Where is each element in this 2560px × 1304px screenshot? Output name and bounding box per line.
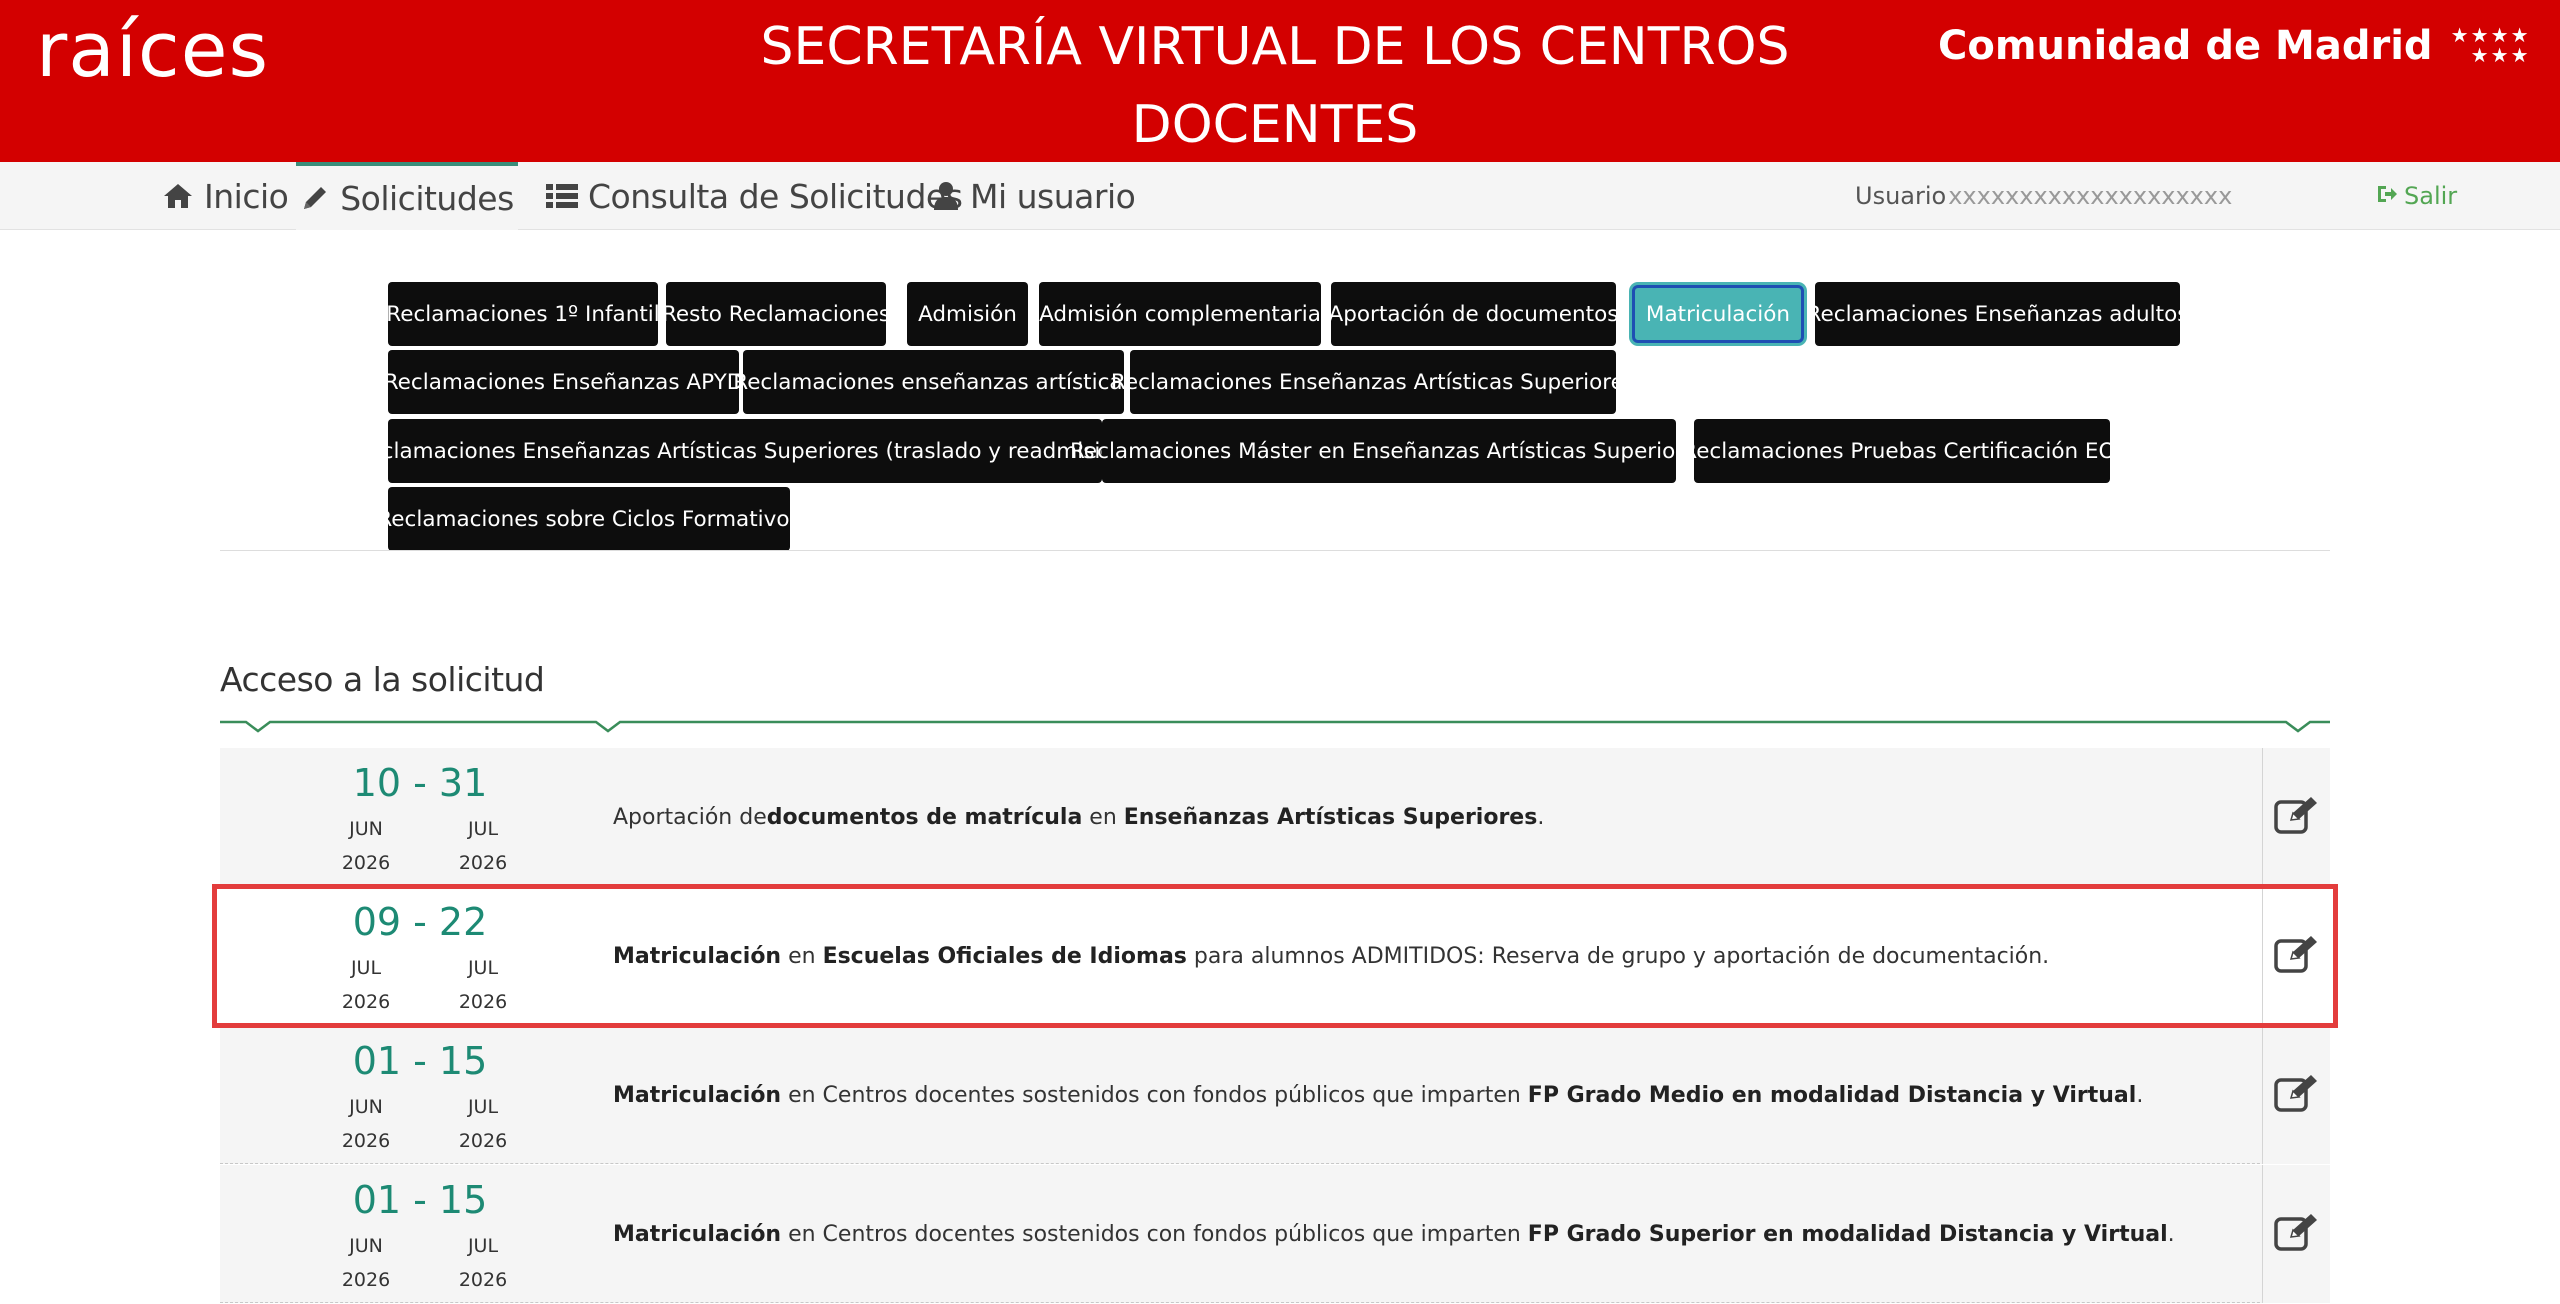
- tab-admision-complementaria[interactable]: Admisión complementaria: [1039, 282, 1321, 346]
- date-range-days: 01 - 15: [352, 1178, 488, 1222]
- end-year: 2026: [458, 991, 508, 1013]
- application-row: 01 - 15 JUN JUL 2026 2026 Matriculación …: [220, 1026, 2330, 1164]
- nav-solicitudes[interactable]: Solicitudes: [296, 162, 518, 230]
- main-nav: Inicio Solicitudes Consulta de Solicitud…: [0, 162, 2560, 230]
- logo-text: raíces: [36, 5, 270, 94]
- application-row: 01 - 15 JUN JUL 2026 2026 Matriculación …: [220, 1165, 2330, 1303]
- date-range: 09 - 22 JUL JUL 2026 2026: [310, 895, 530, 1019]
- open-application-button[interactable]: [2262, 748, 2330, 886]
- tab-reclamaciones-adultos[interactable]: Reclamaciones Enseñanzas adultos: [1807, 282, 2188, 346]
- application-description: Matriculación en Centros docentes sosten…: [613, 1221, 2175, 1247]
- application-row: 10 - 31 JUN JUL 2026 2026 Aportación de …: [220, 748, 2330, 886]
- start-year: 2026: [341, 1130, 391, 1152]
- tab-reclamaciones-ciclos[interactable]: Reclamaciones sobre Ciclos Formativos: [377, 487, 801, 551]
- nav-solicitudes-label: Solicitudes: [340, 178, 514, 218]
- nav-inicio-label: Inicio: [204, 176, 289, 216]
- nav-consulta-solicitudes[interactable]: Consulta de Solicitudes: [546, 162, 963, 230]
- home-icon: [162, 182, 194, 210]
- list-icon: [546, 182, 578, 210]
- date-range-days: 09 - 22: [352, 900, 488, 944]
- date-range: 10 - 31 JUN JUL 2026 2026: [310, 756, 530, 880]
- tabs-divider: [220, 550, 2330, 551]
- tab-aportacion-documentos[interactable]: Aportación de documentos: [1329, 282, 1618, 346]
- tab-resto-reclamaciones[interactable]: Resto Reclamaciones: [662, 282, 890, 346]
- tab-reclamaciones-infantil[interactable]: Reclamaciones 1º Infantil: [386, 282, 660, 346]
- end-year: 2026: [458, 1130, 508, 1152]
- end-month: JUL: [467, 1235, 499, 1257]
- raices-logo[interactable]: raíces: [36, 10, 272, 90]
- application-row: 09 - 22 JUL JUL 2026 2026 Matriculación …: [220, 887, 2330, 1025]
- start-year: 2026: [341, 852, 391, 874]
- tab-matriculacion[interactable]: Matriculación: [1632, 285, 1804, 343]
- start-month: JUN: [349, 818, 383, 840]
- site-header: raíces SECRETARÍA VIRTUAL DE LOS CENTROS…: [0, 0, 2560, 162]
- application-description: Matriculación en Escuelas Oficiales de I…: [613, 943, 2050, 969]
- nav-inicio[interactable]: Inicio: [162, 162, 289, 230]
- date-range-days: 10 - 31: [352, 761, 488, 805]
- end-month: JUL: [467, 957, 499, 979]
- user-value: xxxxxxxxxxxxxxxxxxxx: [1948, 182, 2233, 210]
- start-month: JUL: [350, 957, 382, 979]
- page-title: SECRETARÍA VIRTUAL DE LOS CENTROS DOCENT…: [760, 17, 1790, 155]
- tab-reclamaciones-artisticas-superiores[interactable]: Reclamaciones Enseñanzas Artísticas Supe…: [1111, 350, 1635, 414]
- section-divider: [220, 720, 2330, 733]
- edit-icon: [2273, 1072, 2321, 1119]
- open-application-button[interactable]: [2262, 1165, 2330, 1303]
- sign-out-icon: [2376, 182, 2398, 210]
- end-year: 2026: [458, 1269, 508, 1291]
- tab-reclamaciones-apyd[interactable]: Reclamaciones Enseñanzas APYD: [384, 350, 743, 414]
- end-year: 2026: [458, 852, 508, 874]
- comunidad-madrid-brand: Comunidad de Madrid ★ ★ ★ ★ ★ ★ ★: [1938, 18, 2529, 74]
- open-application-button[interactable]: [2262, 1026, 2330, 1164]
- date-range-days: 01 - 15: [352, 1039, 488, 1083]
- application-description: Matriculación en Centros docentes sosten…: [613, 1082, 2144, 1108]
- date-range: 01 - 15 JUN JUL 2026 2026: [310, 1034, 530, 1158]
- edit-icon: [2273, 794, 2321, 841]
- user-label: Usuario: [1855, 182, 1947, 210]
- brand-text: Comunidad de Madrid: [1938, 23, 2433, 69]
- start-month: JUN: [349, 1235, 383, 1257]
- tab-admision[interactable]: Admisión: [907, 282, 1028, 346]
- nav-consulta-label: Consulta de Solicitudes: [588, 176, 963, 216]
- tab-reclamaciones-traslado-readmision[interactable]: Reclamaciones Enseñanzas Artísticas Supe…: [354, 419, 1136, 483]
- logout-link[interactable]: Salir: [2376, 162, 2457, 230]
- date-range: 01 - 15 JUN JUL 2026 2026: [310, 1173, 530, 1297]
- pencil-icon: [300, 183, 330, 213]
- end-month: JUL: [467, 1096, 499, 1118]
- start-year: 2026: [341, 1269, 391, 1291]
- start-month: JUN: [349, 1096, 383, 1118]
- user-icon: [932, 181, 960, 211]
- stars-icon: ★ ★ ★ ★ ★ ★ ★: [2450, 25, 2529, 67]
- nav-mi-usuario[interactable]: Mi usuario: [932, 162, 1136, 230]
- tab-reclamaciones-master[interactable]: Reclamaciones Máster en Enseñanzas Artís…: [1070, 419, 1708, 483]
- current-user: Usuario xxxxxxxxxxxxxxxxxxxx: [1855, 162, 2232, 230]
- logout-label: Salir: [2404, 182, 2458, 210]
- section-title: Acceso a la solicitud: [220, 660, 545, 699]
- end-month: JUL: [467, 818, 499, 840]
- edit-icon: [2273, 1211, 2321, 1258]
- tab-reclamaciones-artisticas[interactable]: Reclamaciones enseñanzas artísticas: [733, 350, 1134, 414]
- application-description: Aportación de documentos de matrícula en…: [613, 804, 1545, 830]
- start-year: 2026: [341, 991, 391, 1013]
- edit-icon: [2273, 933, 2321, 980]
- nav-mi-usuario-label: Mi usuario: [970, 176, 1136, 216]
- tab-reclamaciones-eoi[interactable]: Reclamaciones Pruebas Certificación EOI: [1682, 419, 2122, 483]
- open-application-button[interactable]: [2262, 887, 2330, 1025]
